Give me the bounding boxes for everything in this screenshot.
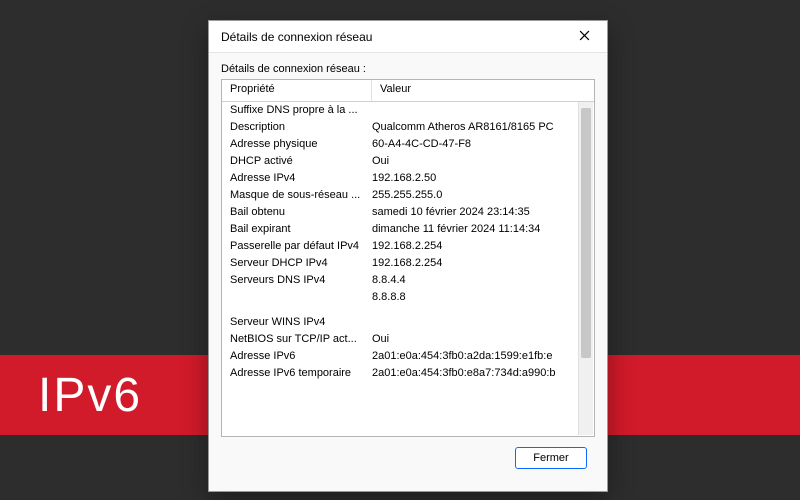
cell-property: Serveurs DNS IPv4 [230, 272, 372, 289]
table-row[interactable]: Bail expirantdimanche 11 février 2024 11… [222, 221, 594, 238]
cell-value: 2a01:e0a:454:3fb0:a2da:1599:e1fb:e [372, 348, 586, 365]
cell-value: 2a01:e0a:454:3fb0:e8a7:734d:a990:b [372, 365, 586, 382]
cell-property: Serveur WINS IPv4 [230, 314, 372, 331]
table-rows: Suffixe DNS propre à la ...DescriptionQu… [222, 102, 594, 436]
column-header-property[interactable]: Propriété [222, 80, 372, 101]
dialog-body: Détails de connexion réseau : Propriété … [209, 53, 607, 491]
table-row[interactable]: DescriptionQualcomm Atheros AR8161/8165 … [222, 119, 594, 136]
cell-value: samedi 10 février 2024 23:14:35 [372, 204, 586, 221]
cell-property: DHCP activé [230, 153, 372, 170]
table-row[interactable]: DHCP activéOui [222, 153, 594, 170]
cell-value: 192.168.2.254 [372, 255, 586, 272]
dialog-subheading: Détails de connexion réseau : [221, 63, 595, 75]
cell-property: NetBIOS sur TCP/IP act... [230, 331, 372, 348]
cell-property: Passerelle par défaut IPv4 [230, 238, 372, 255]
cell-property: Adresse IPv6 temporaire [230, 365, 372, 382]
cell-property: Masque de sous-réseau ... [230, 187, 372, 204]
vertical-scrollbar[interactable] [578, 102, 593, 435]
cell-value [372, 102, 586, 119]
cell-property: Adresse IPv6 [230, 348, 372, 365]
close-icon [579, 30, 590, 44]
table-row[interactable]: Suffixe DNS propre à la ... [222, 102, 594, 119]
cell-value: 192.168.2.254 [372, 238, 586, 255]
table-row[interactable]: NetBIOS sur TCP/IP act...Oui [222, 331, 594, 348]
table-row[interactable]: Adresse IPv62a01:e0a:454:3fb0:a2da:1599:… [222, 348, 594, 365]
scrollbar-thumb[interactable] [581, 108, 591, 358]
cell-property: Serveur DHCP IPv4 [230, 255, 372, 272]
cell-property: Bail expirant [230, 221, 372, 238]
table-row[interactable]: Adresse IPv4192.168.2.50 [222, 170, 594, 187]
table-row[interactable]: Serveur DHCP IPv4192.168.2.254 [222, 255, 594, 272]
cell-value: 60-A4-4C-CD-47-F8 [372, 136, 586, 153]
table-row[interactable]: Passerelle par défaut IPv4192.168.2.254 [222, 238, 594, 255]
cell-property: Suffixe DNS propre à la ... [230, 102, 372, 119]
cell-property: Bail obtenu [230, 204, 372, 221]
cell-value: Oui [372, 153, 586, 170]
cell-property: Adresse physique [230, 136, 372, 153]
cell-value: dimanche 11 février 2024 11:14:34 [372, 221, 586, 238]
table-row[interactable]: Adresse IPv6 temporaire2a01:e0a:454:3fb0… [222, 365, 594, 382]
table-header: Propriété Valeur [222, 80, 594, 102]
column-header-value[interactable]: Valeur [372, 80, 594, 101]
dialog-footer: Fermer [221, 437, 595, 479]
cell-value: Oui [372, 331, 586, 348]
dialog-title: Détails de connexion réseau [221, 30, 567, 44]
details-panel: Propriété Valeur Suffixe DNS propre à la… [221, 79, 595, 437]
table-row-spacer [222, 306, 594, 314]
titlebar[interactable]: Détails de connexion réseau [209, 21, 607, 53]
table-row[interactable]: 8.8.8.8 [222, 289, 594, 306]
cell-property: Description [230, 119, 372, 136]
table-row[interactable]: Adresse physique60-A4-4C-CD-47-F8 [222, 136, 594, 153]
cell-value: 8.8.4.4 [372, 272, 586, 289]
cell-property: Adresse IPv4 [230, 170, 372, 187]
cell-value: 8.8.8.8 [372, 289, 586, 306]
table-row[interactable]: Bail obtenusamedi 10 février 2024 23:14:… [222, 204, 594, 221]
cell-value: Qualcomm Atheros AR8161/8165 PC [372, 119, 586, 136]
cell-value [372, 314, 586, 331]
close-button[interactable]: Fermer [515, 447, 587, 469]
table-row[interactable]: Masque de sous-réseau ...255.255.255.0 [222, 187, 594, 204]
close-icon-button[interactable] [567, 25, 601, 49]
cell-value: 255.255.255.0 [372, 187, 586, 204]
table-row[interactable]: Serveurs DNS IPv48.8.4.4 [222, 272, 594, 289]
network-details-dialog: Détails de connexion réseau Détails de c… [208, 20, 608, 492]
cell-value: 192.168.2.50 [372, 170, 586, 187]
ipv6-label: IPv6 [38, 368, 142, 423]
table-row[interactable]: Serveur WINS IPv4 [222, 314, 594, 331]
cell-property [230, 289, 372, 306]
